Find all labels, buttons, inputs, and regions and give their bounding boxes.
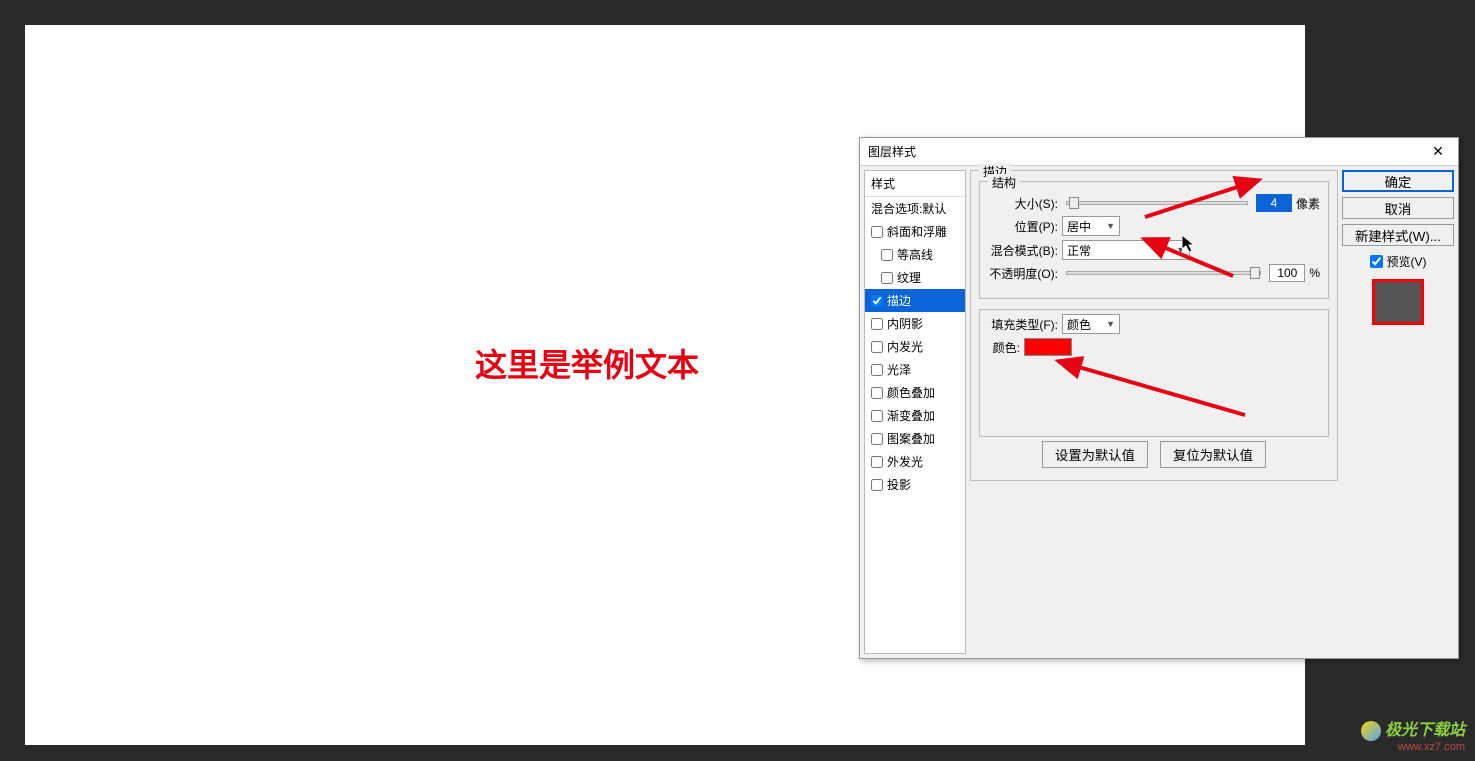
style-checkbox-contour[interactable]	[881, 249, 893, 261]
styles-header: 样式	[865, 171, 965, 197]
color-label: 颜色:	[988, 339, 1020, 356]
filltype-row: 填充类型(F): 颜色▼	[988, 314, 1320, 334]
fill-fieldset: 填充类型(F): 颜色▼ 颜色:	[979, 309, 1329, 437]
blendmode-row: 混合模式(B): 正常▼	[988, 240, 1320, 260]
style-checkbox-drop_shadow[interactable]	[871, 479, 883, 491]
style-label-satin: 光泽	[887, 361, 911, 378]
reset-default-button[interactable]: 复位为默认值	[1160, 441, 1266, 468]
style-item-grad_overlay[interactable]: 渐变叠加	[865, 404, 965, 427]
blendmode-label: 混合模式(B):	[988, 242, 1058, 259]
stroke-settings: 描边 结构 大小(S): 像素 位置(P): 居中▼	[970, 170, 1338, 654]
style-label-pat_overlay: 图案叠加	[887, 430, 935, 447]
filltype-select[interactable]: 颜色▼	[1062, 314, 1120, 334]
color-swatch[interactable]	[1024, 338, 1072, 356]
style-label-stroke: 描边	[887, 292, 911, 309]
position-label: 位置(P):	[988, 218, 1058, 235]
style-label-grad_overlay: 渐变叠加	[887, 407, 935, 424]
style-checkbox-color_overlay[interactable]	[871, 387, 883, 399]
size-input[interactable]	[1256, 194, 1292, 212]
style-checkbox-inner_shadow[interactable]	[871, 318, 883, 330]
style-label-outer_glow: 外发光	[887, 453, 923, 470]
style-checkbox-texture[interactable]	[881, 272, 893, 284]
size-unit: 像素	[1296, 195, 1320, 212]
structure-fieldset: 结构 大小(S): 像素 位置(P): 居中▼ 混合模式(B)	[979, 181, 1329, 299]
style-checkbox-outer_glow[interactable]	[871, 456, 883, 468]
opacity-slider[interactable]	[1066, 271, 1261, 275]
size-label: 大小(S):	[988, 195, 1058, 212]
preview-swatch	[1372, 279, 1424, 325]
style-checkbox-inner_glow[interactable]	[871, 341, 883, 353]
opacity-unit: %	[1309, 266, 1320, 280]
filltype-label: 填充类型(F):	[988, 316, 1058, 333]
opacity-row: 不透明度(O): %	[988, 264, 1320, 282]
chevron-down-icon: ▼	[1106, 319, 1115, 329]
preview-checkbox[interactable]	[1370, 255, 1383, 268]
layer-style-dialog: 图层样式 ✕ 样式 混合选项:默认 斜面和浮雕等高线纹理描边内阴影内发光光泽颜色…	[859, 137, 1459, 659]
watermark-line1: 极光下载站	[1385, 722, 1465, 739]
style-checkbox-pat_overlay[interactable]	[871, 433, 883, 445]
preview-row: 预览(V)	[1342, 253, 1454, 270]
structure-label: 结构	[988, 174, 1020, 191]
style-label-inner_shadow: 内阴影	[887, 315, 923, 332]
style-item-pat_overlay[interactable]: 图案叠加	[865, 427, 965, 450]
position-select[interactable]: 居中▼	[1062, 216, 1120, 236]
blendmode-select[interactable]: 正常▼	[1062, 240, 1190, 260]
style-checkbox-satin[interactable]	[871, 364, 883, 376]
style-item-contour[interactable]: 等高线	[865, 243, 965, 266]
dialog-title: 图层样式	[868, 143, 1418, 160]
style-item-drop_shadow[interactable]: 投影	[865, 473, 965, 496]
set-default-button[interactable]: 设置为默认值	[1042, 441, 1148, 468]
style-label-drop_shadow: 投影	[887, 476, 911, 493]
blend-options-row[interactable]: 混合选项:默认	[865, 197, 965, 220]
close-button[interactable]: ✕	[1418, 138, 1458, 166]
dialog-buttons: 确定 取消 新建样式(W)... 预览(V)	[1342, 170, 1454, 654]
sample-text-layer: 这里是举例文本	[475, 340, 699, 386]
style-item-inner_shadow[interactable]: 内阴影	[865, 312, 965, 335]
size-slider[interactable]	[1066, 201, 1248, 205]
style-item-outer_glow[interactable]: 外发光	[865, 450, 965, 473]
watermark-logo-icon	[1361, 721, 1381, 741]
style-item-texture[interactable]: 纹理	[865, 266, 965, 289]
opacity-label: 不透明度(O):	[988, 265, 1058, 282]
style-label-bevel: 斜面和浮雕	[887, 223, 947, 240]
size-row: 大小(S): 像素	[988, 194, 1320, 212]
preview-label: 预览(V)	[1387, 253, 1427, 270]
position-row: 位置(P): 居中▼	[988, 216, 1320, 236]
style-item-inner_glow[interactable]: 内发光	[865, 335, 965, 358]
color-row: 颜色:	[988, 338, 1320, 356]
cursor-pointer-icon	[1182, 235, 1198, 255]
close-icon: ✕	[1432, 143, 1444, 160]
defaults-row: 设置为默认值 复位为默认值	[979, 441, 1329, 468]
stroke-fieldset: 描边 结构 大小(S): 像素 位置(P): 居中▼	[970, 170, 1338, 481]
style-label-color_overlay: 颜色叠加	[887, 384, 935, 401]
style-item-stroke[interactable]: 描边	[865, 289, 965, 312]
style-checkbox-bevel[interactable]	[871, 226, 883, 238]
new-style-button[interactable]: 新建样式(W)...	[1342, 224, 1454, 246]
style-item-satin[interactable]: 光泽	[865, 358, 965, 381]
watermark: 极光下载站 www.xz7.com	[1361, 716, 1465, 753]
style-checkbox-stroke[interactable]	[871, 295, 883, 307]
chevron-down-icon: ▼	[1106, 221, 1115, 231]
watermark-line2: www.xz7.com	[1361, 741, 1465, 753]
style-label-texture: 纹理	[897, 269, 921, 286]
style-checkbox-grad_overlay[interactable]	[871, 410, 883, 422]
cancel-button[interactable]: 取消	[1342, 197, 1454, 219]
style-item-color_overlay[interactable]: 颜色叠加	[865, 381, 965, 404]
opacity-input[interactable]	[1269, 264, 1305, 282]
style-label-inner_glow: 内发光	[887, 338, 923, 355]
ok-button[interactable]: 确定	[1342, 170, 1454, 192]
dialog-titlebar[interactable]: 图层样式 ✕	[860, 138, 1458, 166]
styles-list: 样式 混合选项:默认 斜面和浮雕等高线纹理描边内阴影内发光光泽颜色叠加渐变叠加图…	[864, 170, 966, 654]
style-label-contour: 等高线	[897, 246, 933, 263]
style-item-bevel[interactable]: 斜面和浮雕	[865, 220, 965, 243]
